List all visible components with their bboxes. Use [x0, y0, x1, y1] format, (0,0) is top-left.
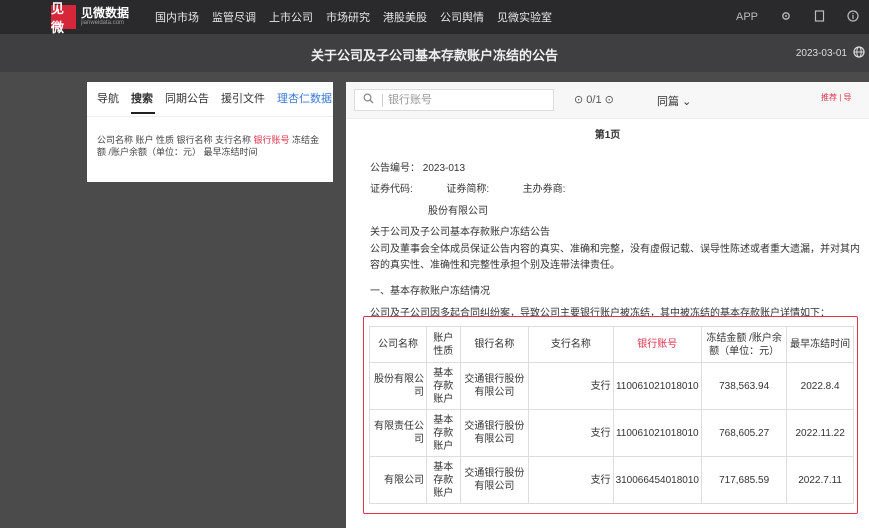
brand-logo-icon[interactable]: 见微 [51, 1, 76, 35]
nav-item-domestic-market[interactable]: 国内市场 [155, 9, 199, 25]
cell-account-number: 310066454018010 [612, 456, 703, 504]
frozen-accounts-table: 公司名称 账户性质 银行名称 支行名称 银行账号 冻结金额 /账户余额（单位：元… [369, 326, 854, 504]
col-account-type: 账户性质 [425, 326, 461, 363]
cell-branch: 支行 [528, 409, 614, 457]
tab-search[interactable]: 搜索 [131, 90, 153, 106]
cell-account-number: 110061021018010 [612, 362, 703, 410]
field-list-highlight[interactable]: 银行账号 [254, 135, 290, 145]
document-toolbar: ⊙ 0/1 ⊙ 同篇 ⌄ 推荐 | 导 [346, 82, 869, 119]
table-row: 股份有限公司 基本存款账户 交通银行股份有限公司 支行 110061021018… [369, 362, 854, 410]
document-title: 关于公司及子公司基本存款账户冻结的公告 [310, 48, 558, 63]
cell-account-type: 基本存款账户 [425, 362, 461, 410]
app-link[interactable]: APP [736, 11, 758, 23]
document-viewer: ⊙ 0/1 ⊙ 同篇 ⌄ 推荐 | 导 第1页 公告编号： 2023-013 证… [346, 82, 869, 528]
document-icon[interactable] [814, 9, 825, 25]
cell-amount: 738,563.94 [700, 362, 788, 410]
cell-company: 有限公司 [369, 456, 427, 504]
col-frozen-amount: 冻结金额 /账户余额（单位：元） [700, 326, 788, 363]
notice-number: 公告编号： 2023-013 [370, 163, 466, 174]
securities-abbr-label: 证券简称: [446, 184, 490, 195]
col-company-name: 公司名称 [369, 326, 427, 363]
info-icon[interactable] [847, 9, 859, 25]
field-list-text: 公司名称 账户 性质 银行名称 支行名称 [97, 135, 254, 145]
search-box [354, 89, 554, 111]
cell-branch: 支行 [528, 362, 614, 410]
cell-bank: 交通银行股份有限公司 [459, 362, 530, 410]
nav-item-regulatory-dd[interactable]: 监管尽调 [212, 9, 256, 25]
cell-amount: 717,685.59 [700, 456, 788, 504]
statement-paragraph: 公司及董事会全体成员保证公告内容的真实、准确和完整，没有虚假记载、误导性陈述或者… [370, 244, 860, 271]
document-date: 2023-03-01 [795, 48, 847, 59]
top-right-actions: APP [736, 0, 859, 34]
cell-branch: 支行 [528, 456, 614, 504]
table-row: 有限公司 基本存款账户 交通银行股份有限公司 支行 31006645401801… [369, 456, 854, 504]
cell-account-type: 基本存款账户 [425, 456, 461, 504]
match-navigator: ⊙ 0/1 ⊙ [574, 93, 614, 106]
brand-logo-text: 见微 [51, 1, 65, 35]
side-panel-tabs: 导航 搜索 同期公告 援引文件 理杏仁数据 [97, 90, 332, 106]
cell-account-type: 基本存款账户 [425, 409, 461, 457]
nav-item-company-sentiment[interactable]: 公司舆情 [440, 9, 484, 25]
col-branch-name: 支行名称 [528, 326, 614, 363]
nav-item-lab[interactable]: 见微实验室 [497, 9, 552, 25]
tab-navigation[interactable]: 导航 [97, 90, 119, 106]
tab-cited-files[interactable]: 援引文件 [221, 90, 265, 106]
match-count: 0/1 [586, 94, 602, 106]
col-earliest-freeze: 最早冻结时间 [786, 326, 854, 363]
tab-lixinger-data[interactable]: 理杏仁数据 [277, 90, 332, 106]
company-name: 股份有限公司 [428, 206, 488, 217]
next-match-icon[interactable]: ⊙ [605, 94, 614, 106]
col-bank-name: 银行名称 [459, 326, 530, 363]
share-buttons[interactable]: 推荐 | 导 [821, 92, 852, 103]
search-divider [382, 94, 383, 107]
cell-company: 有限责任公司 [369, 409, 427, 457]
cell-company: 股份有限公司 [369, 362, 427, 410]
col-bank-account: 银行账号 [612, 326, 703, 363]
table-header-row: 公司名称 账户性质 银行名称 支行名称 银行账号 冻结金额 /账户余额（单位：元… [369, 326, 854, 363]
brand-title[interactable]: 见微数据 [81, 7, 129, 19]
scope-select[interactable]: 同篇 ⌄ [657, 93, 691, 109]
cell-account-number: 110061021018010 [612, 409, 703, 457]
nav-item-hk-us-stocks[interactable]: 港股美股 [383, 9, 427, 25]
page-label: 第1页 [594, 130, 621, 141]
active-tab-indicator [131, 112, 155, 114]
nav-item-market-research[interactable]: 市场研究 [326, 9, 370, 25]
securities-line: 证券代码: 证券简称: 主办券商: [370, 180, 565, 195]
notice-heading: 关于公司及子公司基本存款账户冻结公告 [370, 227, 550, 238]
scope-value: 同篇 [657, 96, 679, 108]
brand-subtitle: jianweidata.com [81, 20, 125, 26]
table-row: 有限责任公司 基本存款账户 交通银行股份有限公司 支行 110061021018… [369, 409, 854, 457]
document-title-bar: 关于公司及子公司基本存款账户冻结的公告 2023-03-01 [0, 34, 869, 72]
search-field-list: 公司名称 账户 性质 银行名称 支行名称 银行账号 冻结金额 /账户余额（单位：… [97, 134, 327, 158]
securities-code-label: 证券代码: [370, 184, 413, 195]
cell-date: 2022.11.22 [786, 409, 854, 457]
search-side-panel: 导航 搜索 同期公告 援引文件 理杏仁数据 公司名称 账户 性质 银行名称 支行… [87, 82, 333, 182]
divider [87, 116, 333, 117]
search-input[interactable] [388, 92, 548, 108]
cell-date: 2022.7.11 [786, 456, 854, 504]
nav-item-listed-companies[interactable]: 上市公司 [269, 9, 313, 25]
cell-date: 2022.8.4 [786, 362, 854, 410]
top-nav-bar: 见微 见微数据 jianweidata.com 国内市场 监管尽调 上市公司 市… [0, 0, 869, 35]
cell-amount: 768,605.27 [700, 409, 788, 457]
tab-same-period[interactable]: 同期公告 [165, 90, 209, 106]
prev-match-icon[interactable]: ⊙ [574, 94, 583, 106]
chevron-down-icon: ⌄ [682, 96, 692, 108]
underwriter-label: 主办券商: [522, 184, 566, 195]
search-icon[interactable] [363, 93, 374, 107]
main-nav: 国内市场 监管尽调 上市公司 市场研究 港股美股 公司舆情 见微实验室 [155, 0, 565, 34]
section-heading: 一、基本存款账户冻结情况 [370, 286, 490, 297]
settings-icon[interactable] [780, 10, 792, 25]
globe-icon[interactable] [853, 46, 865, 61]
cell-bank: 交通银行股份有限公司 [459, 409, 530, 457]
cell-bank: 交通银行股份有限公司 [459, 456, 530, 504]
